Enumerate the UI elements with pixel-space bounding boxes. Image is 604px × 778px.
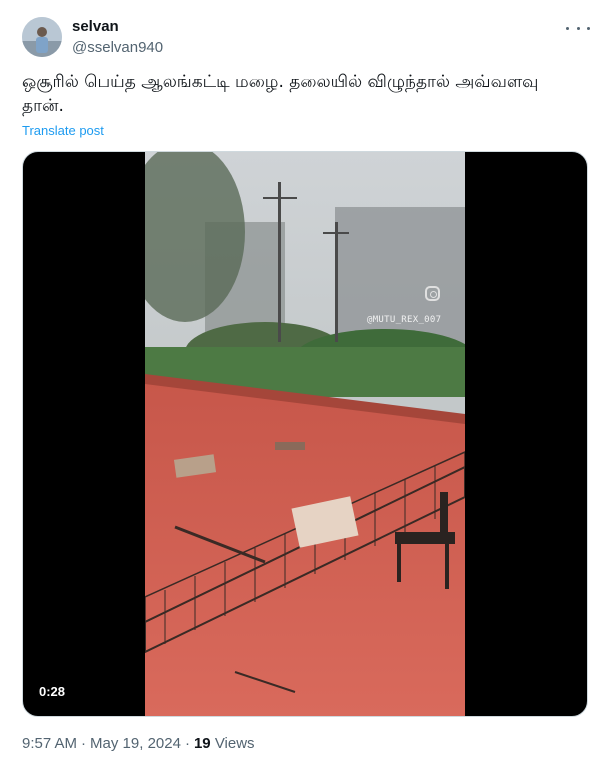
views-label: Views xyxy=(214,735,255,752)
instagram-icon xyxy=(425,286,440,301)
more-horizontal-icon[interactable] xyxy=(566,20,590,36)
avatar[interactable] xyxy=(22,17,62,57)
post-text: ஒசூரில் பெய்த ஆலங்கட்டி மழை. தலையில் விழ… xyxy=(22,72,539,116)
video-player[interactable]: @MUTU_REX_007 0:28 xyxy=(22,151,588,717)
post-date[interactable]: May 19, 2024 xyxy=(90,735,181,752)
meta-separator-2: · xyxy=(184,735,190,752)
translate-post-link[interactable]: Translate post xyxy=(22,122,104,139)
author-handle[interactable]: @sselvan940 xyxy=(72,38,163,57)
video-duration-badge: 0:28 xyxy=(33,681,72,702)
post-time[interactable]: 9:57 AM xyxy=(22,735,77,752)
post-metadata: 9:57 AM · May 19, 2024 · 19 Views xyxy=(22,734,255,754)
meta-separator: · xyxy=(81,735,87,752)
video-frame: @MUTU_REX_007 xyxy=(145,152,465,716)
views-count: 19 xyxy=(193,735,211,752)
author-display-name[interactable]: selvan xyxy=(72,17,119,36)
video-watermark: @MUTU_REX_007 xyxy=(367,315,442,325)
